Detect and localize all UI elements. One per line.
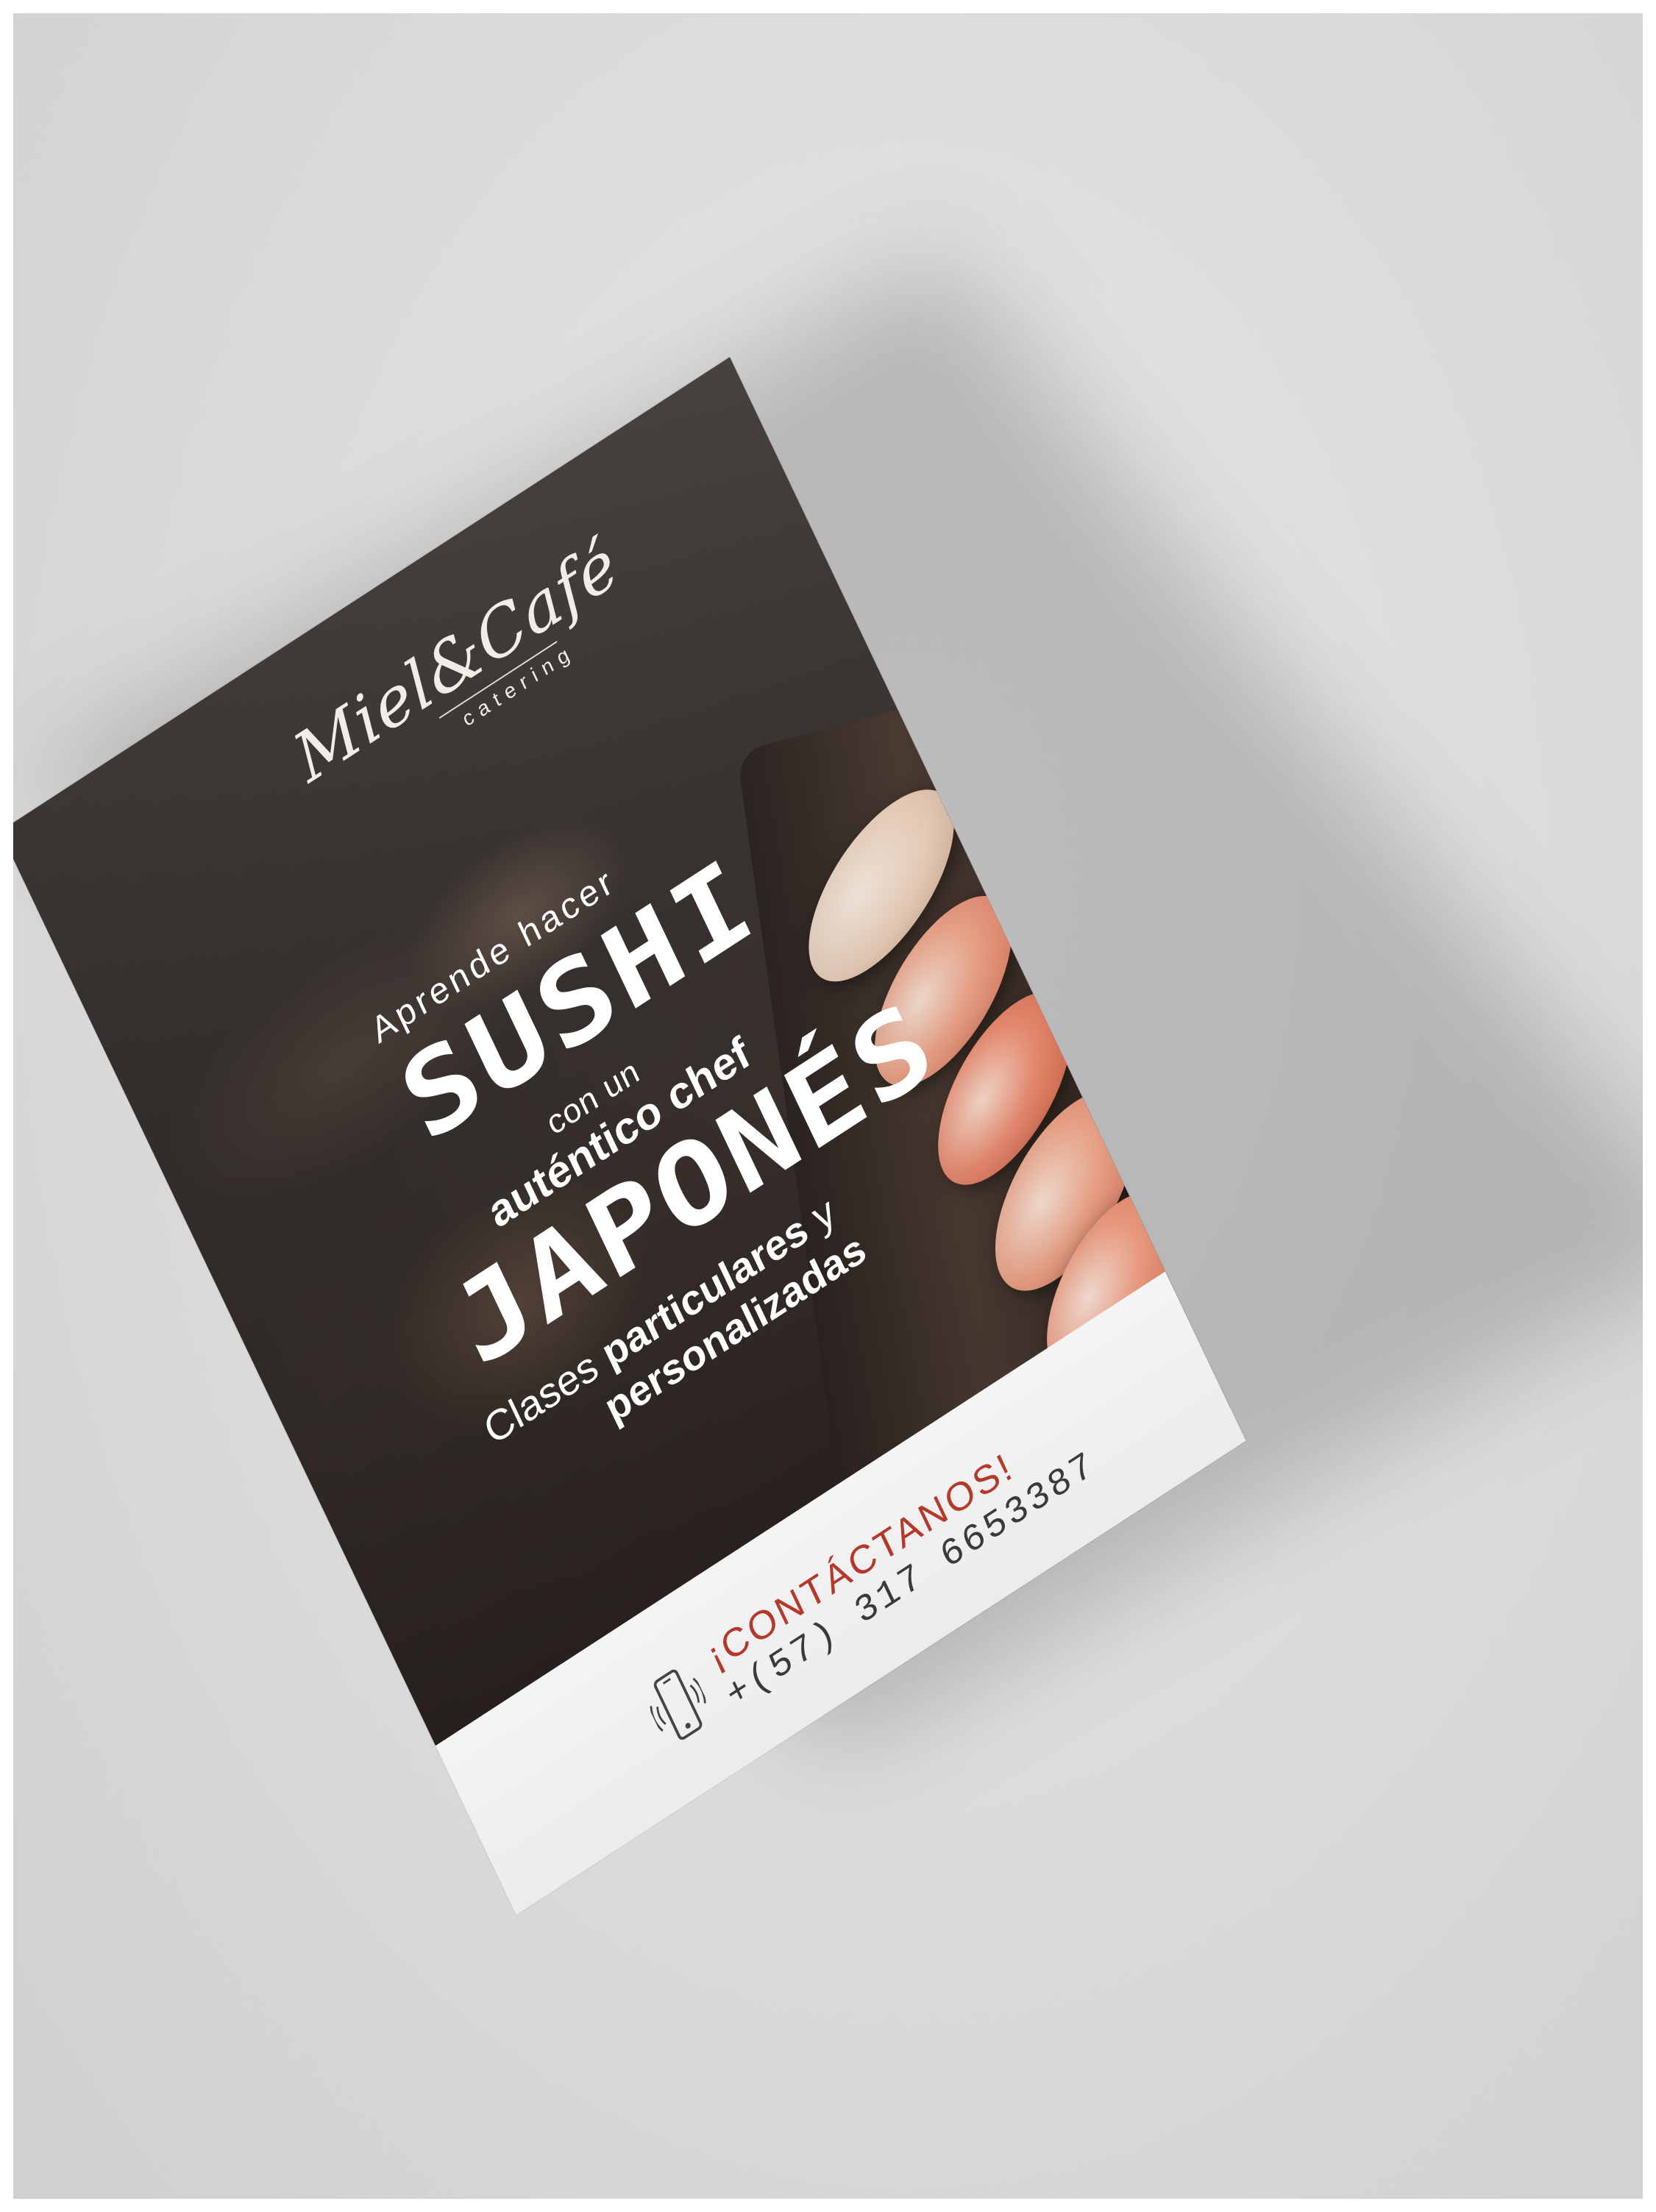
mockup-scene: Miel&Café catering Aprende hacer SUSHI c… <box>0 0 1656 2212</box>
flyer-sheet: Miel&Café catering Aprende hacer SUSHI c… <box>0 357 1246 1916</box>
